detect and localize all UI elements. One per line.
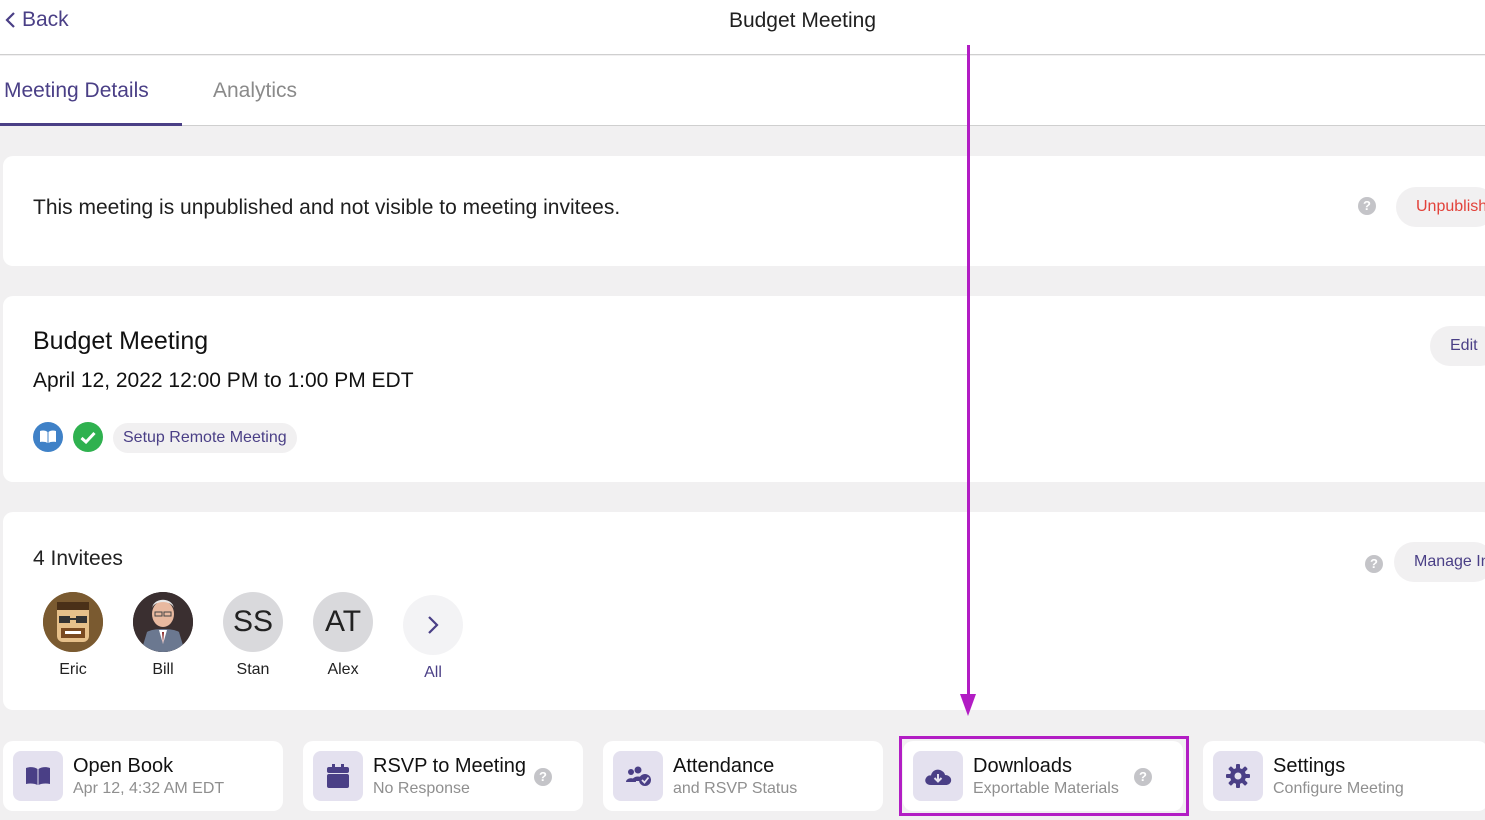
tile-title: Settings — [1273, 755, 1346, 777]
invitee-name: Stan — [236, 661, 270, 678]
setup-remote-meeting-button[interactable]: Setup Remote Meeting — [113, 423, 297, 453]
invitee-alex[interactable]: AT Alex — [303, 592, 383, 679]
top-bar: Back Budget Meeting — [0, 0, 1485, 55]
avatar — [43, 592, 103, 652]
invitee-stan[interactable]: SS Stan — [213, 592, 293, 679]
all-invitees-button[interactable]: All — [393, 595, 473, 682]
attendance-tile[interactable]: Attendance and RSVP Status — [603, 741, 883, 811]
tile-title: Attendance — [673, 755, 775, 777]
annotation-arrow-line — [967, 45, 970, 695]
annotation-highlight-box — [899, 736, 1189, 816]
invitees-card: 4 Invitees Eric Bill SS Stan AT Alex All — [3, 512, 1485, 710]
tile-subtitle: No Response — [373, 780, 470, 797]
help-icon[interactable]: ? — [534, 768, 552, 786]
invitees-count: 4 Invitees — [33, 547, 123, 570]
avatar-initials: SS — [223, 592, 283, 652]
annotation-arrow-head — [960, 694, 976, 716]
calendar-icon — [313, 751, 363, 801]
all-label: All — [424, 664, 442, 681]
gear-icon — [1213, 751, 1263, 801]
invitee-name: Alex — [327, 661, 359, 678]
avatar — [133, 592, 193, 652]
tab-bar: Meeting Details Analytics — [0, 56, 1485, 126]
invitee-name: Bill — [152, 661, 174, 678]
manage-invitees-button[interactable]: Manage Invitees — [1394, 542, 1485, 582]
rsvp-tile[interactable]: RSVP to Meeting No Response ? — [303, 741, 583, 811]
invitee-name: Eric — [59, 661, 87, 678]
users-check-icon — [613, 751, 663, 801]
tile-subtitle: and RSVP Status — [673, 780, 798, 797]
edit-button[interactable]: Edit — [1430, 326, 1485, 366]
unpublished-message: This meeting is unpublished and not visi… — [33, 196, 621, 219]
book-icon[interactable] — [33, 422, 63, 452]
chevron-right-icon — [403, 595, 463, 655]
unpublish-button[interactable]: Unpublish — [1396, 187, 1485, 227]
tile-subtitle: Configure Meeting — [1273, 780, 1404, 797]
book-icon — [13, 751, 63, 801]
tab-analytics[interactable]: Analytics — [213, 79, 297, 103]
tile-subtitle: Apr 12, 4:32 AM EDT — [73, 780, 225, 797]
tile-title: RSVP to Meeting — [373, 755, 527, 777]
tile-title: Open Book — [73, 755, 174, 777]
page-title: Budget Meeting — [728, 9, 877, 32]
meeting-date: April 12, 2022 12:00 PM to 1:00 PM EDT — [33, 369, 414, 392]
invitee-eric[interactable]: Eric — [33, 592, 113, 679]
open-book-tile[interactable]: Open Book Apr 12, 4:32 AM EDT — [3, 741, 283, 811]
meeting-title: Budget Meeting — [33, 327, 209, 355]
help-icon[interactable]: ? — [1358, 197, 1376, 215]
check-icon — [73, 422, 103, 452]
active-tab-indicator — [0, 123, 182, 126]
invitee-bill[interactable]: Bill — [123, 592, 203, 679]
settings-tile[interactable]: Settings Configure Meeting — [1203, 741, 1485, 811]
meeting-info-card: Budget Meeting April 12, 2022 12:00 PM t… — [3, 296, 1485, 482]
avatar-initials: AT — [313, 592, 373, 652]
publish-status-card: This meeting is unpublished and not visi… — [3, 156, 1485, 266]
help-icon[interactable]: ? — [1365, 555, 1383, 573]
tab-meeting-details[interactable]: Meeting Details — [4, 79, 149, 103]
